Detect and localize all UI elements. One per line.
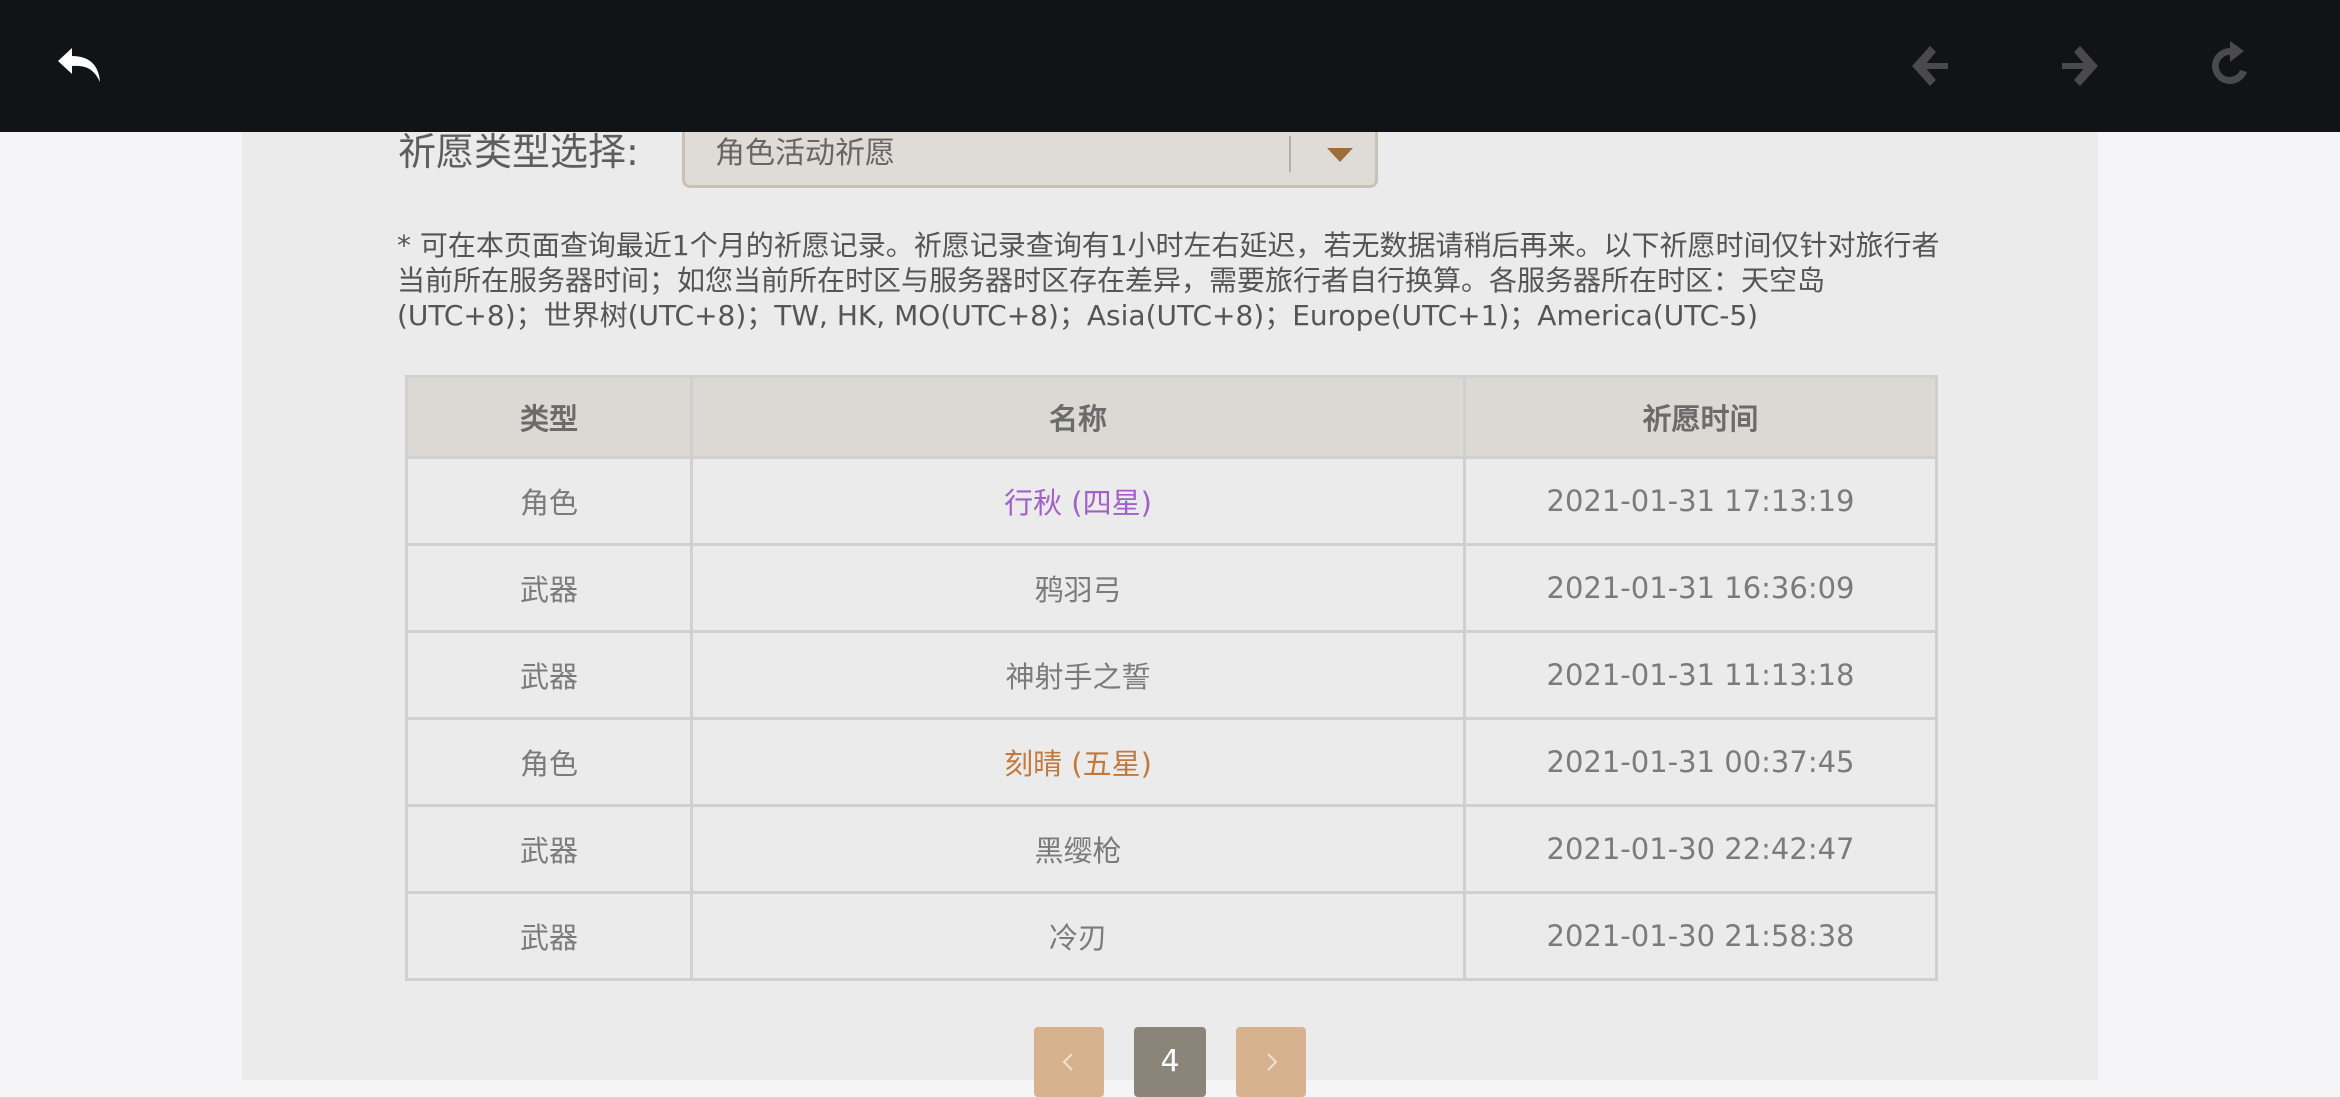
header-type: 类型 bbox=[405, 375, 693, 459]
wish-record-notice: * 可在本页面查询最近1个月的祈愿记录。祈愿记录查询有1小时左右延迟，若无数据请… bbox=[397, 229, 1940, 332]
next-page-button[interactable] bbox=[1236, 1027, 1306, 1097]
cell-item-name: 神射手之誓 bbox=[690, 630, 1466, 720]
chevron-right-icon bbox=[1267, 1053, 1278, 1071]
cell-time: 2021-01-30 22:42:47 bbox=[1463, 804, 1938, 894]
cell-type: 武器 bbox=[405, 543, 693, 633]
chevron-down-icon[interactable] bbox=[1323, 142, 1357, 172]
cell-type: 角色 bbox=[405, 717, 693, 807]
select-divider bbox=[1289, 136, 1291, 172]
cell-time: 2021-01-31 11:13:18 bbox=[1463, 630, 1938, 720]
cell-time: 2021-01-31 00:37:45 bbox=[1463, 717, 1938, 807]
back-icon[interactable] bbox=[52, 36, 112, 96]
cell-item-name: 鸦羽弓 bbox=[690, 543, 1466, 633]
table-row: 角色 行秋 (四星) 2021-01-31 17:13:19 bbox=[405, 456, 1938, 546]
browser-toolbar bbox=[0, 0, 2340, 132]
wish-history-table: 类型 名称 祈愿时间 角色 行秋 (四星) 2021-01-31 17:13:1… bbox=[405, 375, 1938, 981]
cell-item-name: 黑缨枪 bbox=[690, 804, 1466, 894]
cell-item-name: 冷刃 bbox=[690, 891, 1466, 981]
table-header-row: 类型 名称 祈愿时间 bbox=[405, 375, 1938, 459]
table-row: 武器 鸦羽弓 2021-01-31 16:36:09 bbox=[405, 543, 1938, 633]
table-row: 角色 刻晴 (五星) 2021-01-31 00:37:45 bbox=[405, 717, 1938, 807]
cell-type: 武器 bbox=[405, 891, 693, 981]
current-page-indicator: 4 bbox=[1134, 1027, 1206, 1097]
cell-type: 角色 bbox=[405, 456, 693, 546]
cell-time: 2021-01-31 17:13:19 bbox=[1463, 456, 1938, 546]
refresh-icon[interactable] bbox=[2200, 36, 2260, 96]
cell-item-name: 刻晴 (五星) bbox=[690, 717, 1466, 807]
table-row: 武器 黑缨枪 2021-01-30 22:42:47 bbox=[405, 804, 1938, 894]
table-row: 武器 神射手之誓 2021-01-31 11:13:18 bbox=[405, 630, 1938, 720]
table-row: 武器 冷刃 2021-01-30 21:58:38 bbox=[405, 891, 1938, 981]
cell-item-name: 行秋 (四星) bbox=[690, 456, 1466, 546]
nav-back-icon[interactable] bbox=[1900, 36, 1960, 96]
nav-forward-icon[interactable] bbox=[2050, 36, 2110, 96]
wish-history-panel: 祈愿类型选择: 角色活动祈愿 * 可在本页面查询最近1个月的祈愿记录。祈愿记录查… bbox=[242, 122, 2098, 1097]
wish-type-label: 祈愿类型选择: bbox=[398, 130, 639, 174]
cell-time: 2021-01-31 16:36:09 bbox=[1463, 543, 1938, 633]
cell-type: 武器 bbox=[405, 630, 693, 720]
prev-page-button[interactable] bbox=[1034, 1027, 1104, 1097]
chevron-left-icon bbox=[1062, 1053, 1073, 1071]
cell-time: 2021-01-30 21:58:38 bbox=[1463, 891, 1938, 981]
cell-type: 武器 bbox=[405, 804, 693, 894]
header-time: 祈愿时间 bbox=[1463, 375, 1938, 459]
header-name: 名称 bbox=[690, 375, 1466, 459]
